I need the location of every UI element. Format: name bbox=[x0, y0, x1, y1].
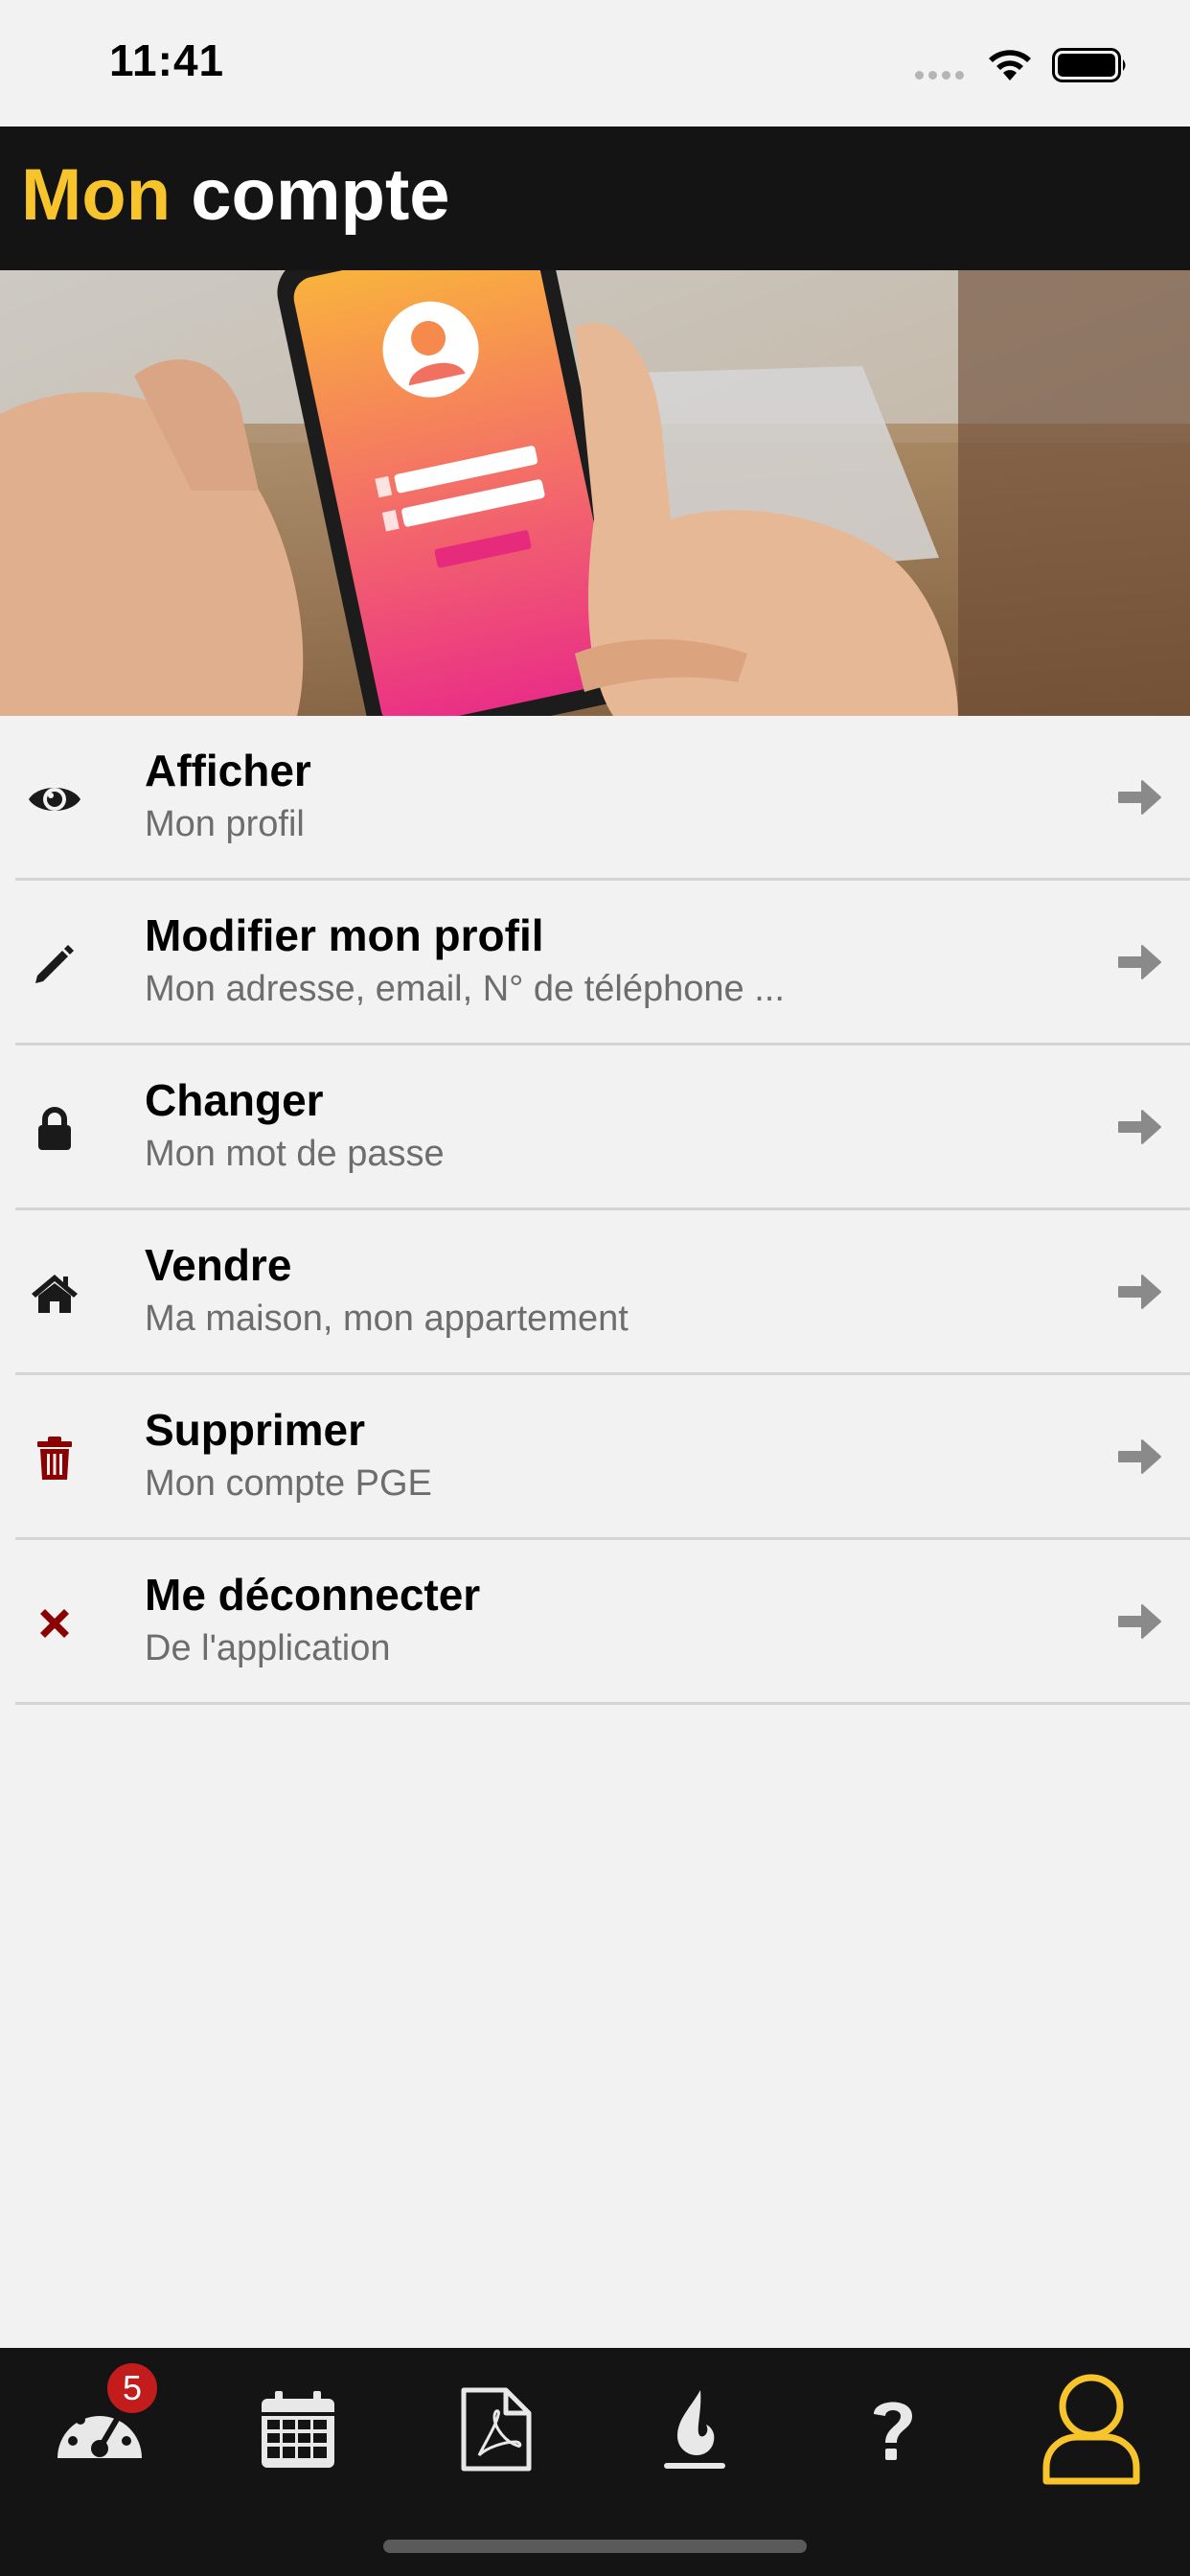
menu-item-title: Changer bbox=[145, 1075, 324, 1125]
menu-item-title: Afficher bbox=[145, 746, 311, 795]
menu-item-title: Modifier mon profil bbox=[145, 910, 544, 960]
battery-icon bbox=[1052, 48, 1126, 82]
menu-item-title: Supprimer bbox=[145, 1405, 366, 1455]
hero-image bbox=[0, 270, 1190, 716]
tab-documents[interactable] bbox=[397, 2348, 595, 2511]
tab-account[interactable] bbox=[992, 2348, 1190, 2511]
phone-login-illustration bbox=[0, 270, 1190, 716]
tab-calendar[interactable] bbox=[198, 2348, 397, 2511]
divider bbox=[15, 1702, 1190, 1705]
menu-item-edit-profile[interactable]: Modifier mon profil Mon adresse, email, … bbox=[0, 881, 1190, 1046]
menu-item-logout[interactable]: Me déconnecter De l'application bbox=[0, 1540, 1190, 1705]
cellular-signal-icon bbox=[915, 71, 964, 80]
close-icon bbox=[21, 1590, 88, 1657]
arrow-right-icon bbox=[1118, 1275, 1161, 1309]
eye-icon bbox=[21, 766, 88, 833]
tab-energy[interactable] bbox=[595, 2348, 793, 2511]
page-header: Mon compte bbox=[0, 126, 1190, 270]
help-icon bbox=[873, 2402, 912, 2460]
home-icon bbox=[21, 1260, 88, 1327]
arrow-right-icon bbox=[1118, 1110, 1161, 1144]
page-title: Mon compte bbox=[21, 159, 450, 232]
arrow-right-icon bbox=[1118, 945, 1161, 979]
menu-item-view-profile[interactable]: Afficher Mon profil bbox=[0, 716, 1190, 881]
menu-item-delete-account[interactable]: Supprimer Mon compte PGE bbox=[0, 1375, 1190, 1540]
lock-icon bbox=[21, 1095, 88, 1162]
menu-item-subtitle: Mon adresse, email, N° de téléphone ... bbox=[145, 969, 785, 1009]
menu-item-sell-property[interactable]: Vendre Ma maison, mon appartement bbox=[0, 1210, 1190, 1375]
menu-item-title: Vendre bbox=[145, 1240, 292, 1290]
pencil-icon bbox=[21, 931, 88, 998]
menu-item-subtitle: Mon profil bbox=[145, 804, 305, 844]
page-title-main: compte bbox=[191, 154, 450, 236]
arrow-right-icon bbox=[1118, 1439, 1161, 1474]
tab-help[interactable] bbox=[793, 2348, 992, 2511]
account-menu: Afficher Mon profil Modifier mon profil … bbox=[0, 716, 1190, 1705]
arrow-right-icon bbox=[1118, 1604, 1161, 1639]
menu-item-subtitle: Mon mot de passe bbox=[145, 1134, 445, 1174]
menu-item-title: Me déconnecter bbox=[145, 1570, 481, 1620]
tab-dashboard[interactable]: 5 bbox=[0, 2348, 198, 2511]
menu-item-subtitle: Ma maison, mon appartement bbox=[145, 1299, 629, 1339]
menu-item-change-password[interactable]: Changer Mon mot de passe bbox=[0, 1046, 1190, 1210]
trash-icon bbox=[21, 1425, 88, 1492]
flame-icon bbox=[663, 2390, 725, 2469]
user-icon bbox=[1042, 2374, 1139, 2485]
calendar-icon bbox=[261, 2391, 334, 2468]
menu-item-subtitle: De l'application bbox=[145, 1628, 391, 1668]
pdf-icon bbox=[461, 2387, 531, 2472]
home-indicator[interactable] bbox=[383, 2540, 807, 2553]
notification-badge: 5 bbox=[103, 2359, 161, 2417]
status-time: 11:41 bbox=[109, 35, 225, 85]
wifi-icon bbox=[989, 50, 1031, 80]
arrow-right-icon bbox=[1118, 780, 1161, 815]
page-title-accent: Mon bbox=[21, 154, 172, 236]
status-bar: 11:41 bbox=[0, 0, 1190, 126]
menu-item-subtitle: Mon compte PGE bbox=[145, 1463, 432, 1504]
